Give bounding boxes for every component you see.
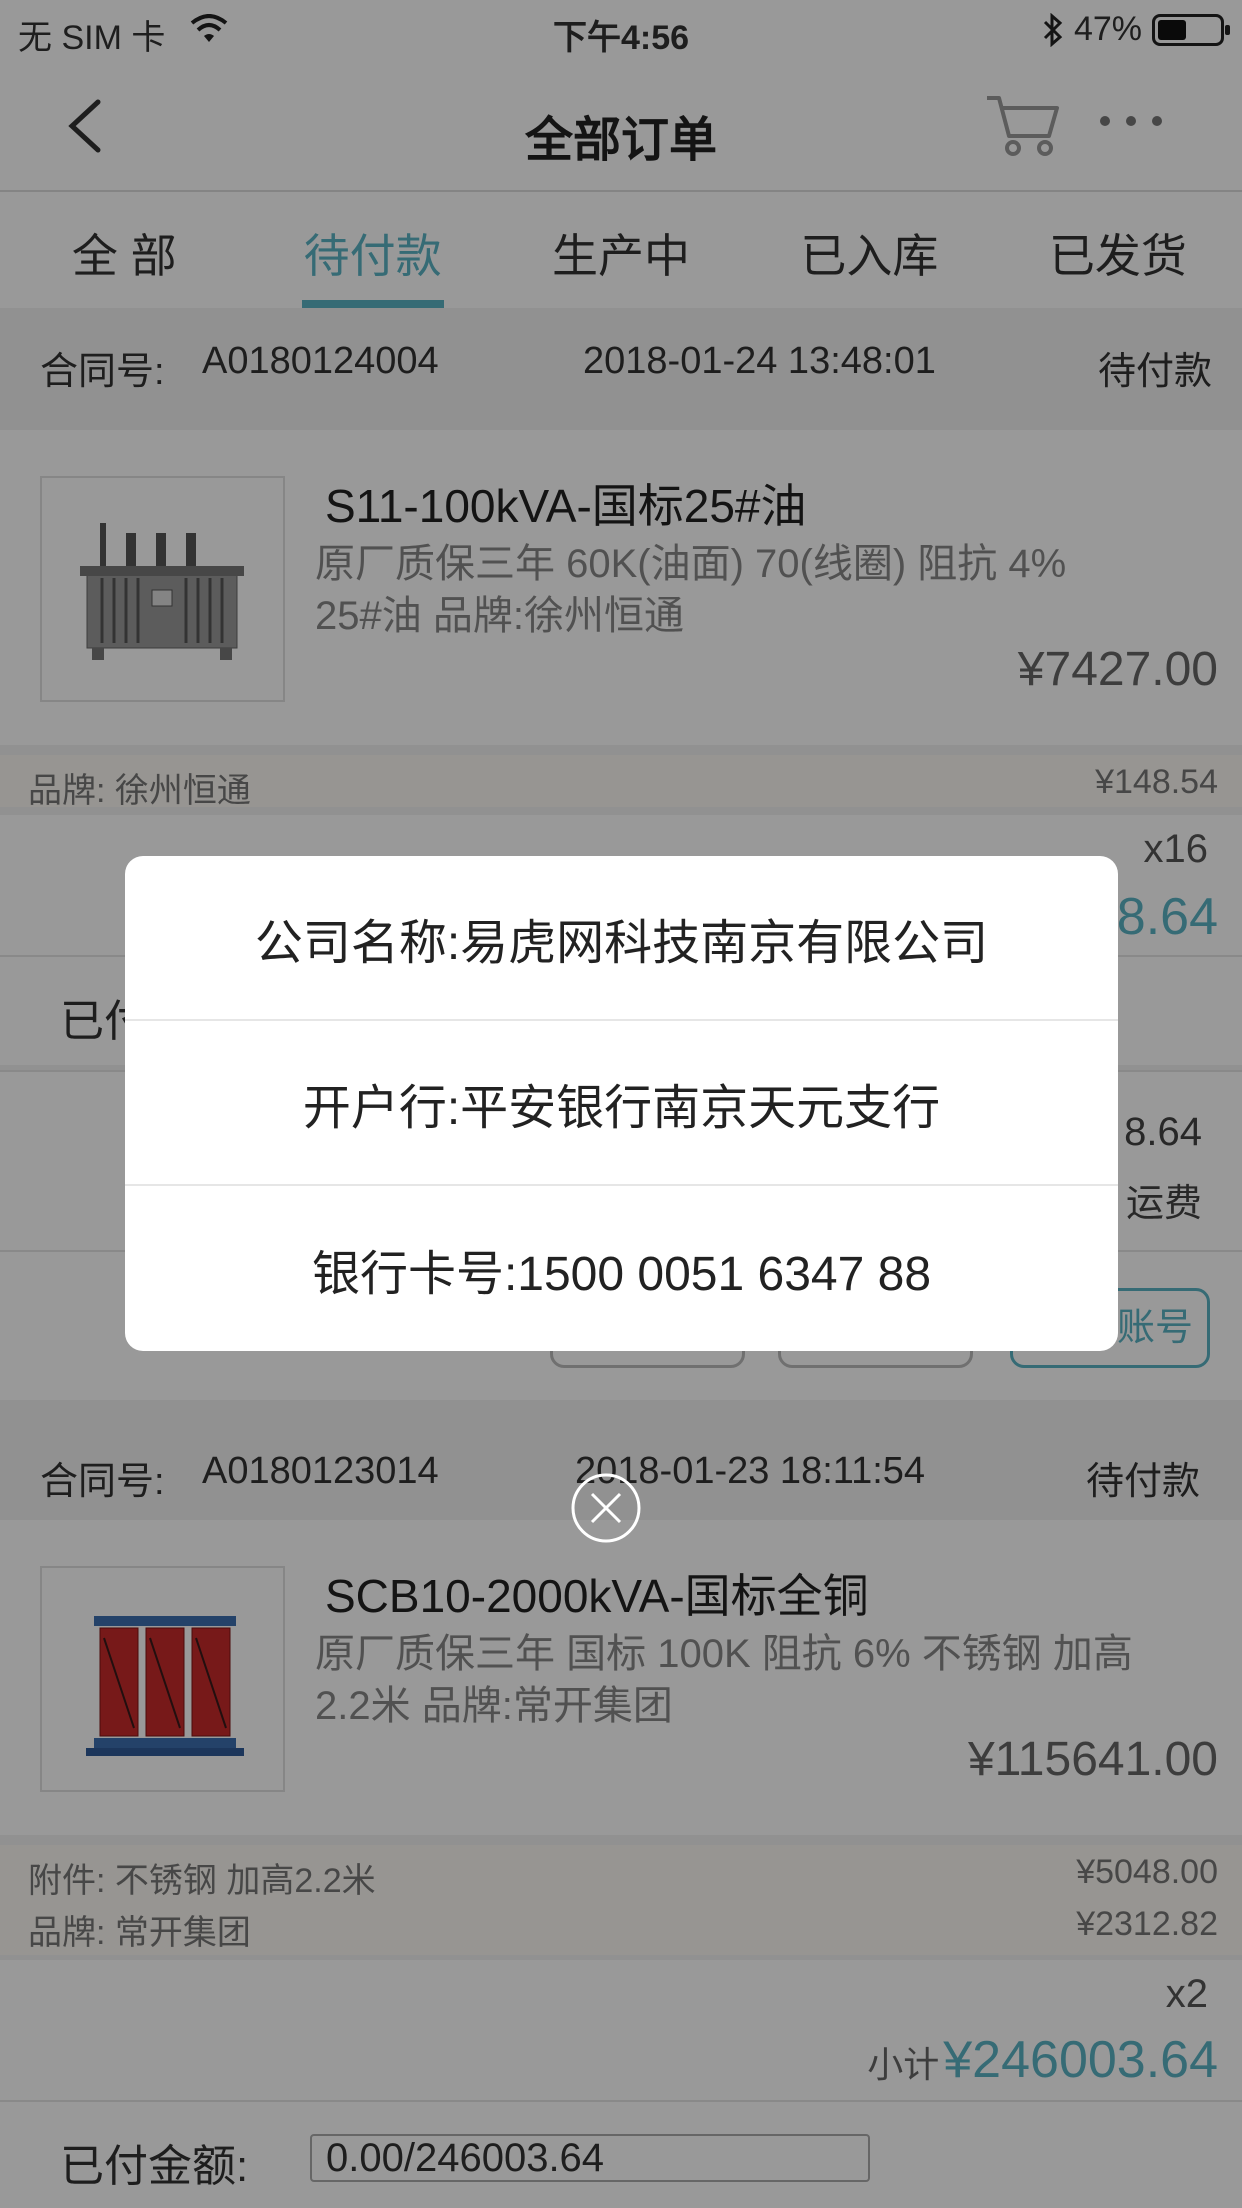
- bank-name: 开户行:平安银行南京天元支行: [125, 1021, 1118, 1186]
- close-icon[interactable]: [570, 1472, 642, 1544]
- bank-info-dialog: 公司名称:易虎网科技南京有限公司 开户行:平安银行南京天元支行 银行卡号:150…: [125, 856, 1118, 1351]
- company-name: 公司名称:易虎网科技南京有限公司: [125, 856, 1118, 1021]
- card-number: 银行卡号:1500 0051 6347 88: [311, 1247, 932, 1301]
